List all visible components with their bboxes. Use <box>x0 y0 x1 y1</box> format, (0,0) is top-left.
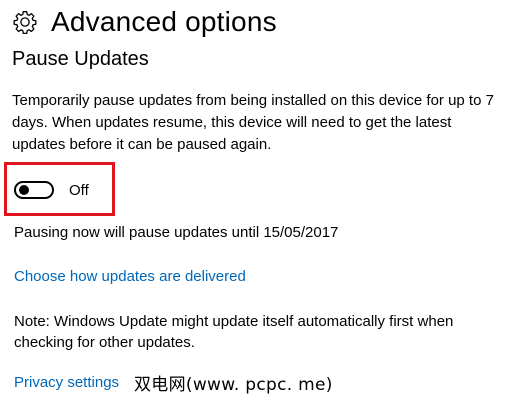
page-title: Advanced options <box>51 6 277 37</box>
update-note: Note: Windows Update might update itself… <box>14 313 454 351</box>
toggle-state-label: Off <box>69 181 89 199</box>
toggle-knob <box>19 185 29 195</box>
page-header: Advanced options <box>12 6 277 38</box>
gear-icon <box>13 11 37 35</box>
choose-delivery-link[interactable]: Choose how updates are delivered <box>14 268 246 285</box>
pause-toggle-row[interactable]: Off <box>14 181 89 199</box>
pause-until-text: Pausing now will pause updates until 15/… <box>14 224 339 241</box>
privacy-settings-link[interactable]: Privacy settings <box>14 374 119 391</box>
watermark-text: 双电网(www. pcpc. me) <box>134 375 333 395</box>
section-title: Pause Updates <box>12 48 149 70</box>
pause-updates-toggle[interactable] <box>14 181 54 199</box>
pause-description: Temporarily pause updates from being ins… <box>12 92 494 153</box>
